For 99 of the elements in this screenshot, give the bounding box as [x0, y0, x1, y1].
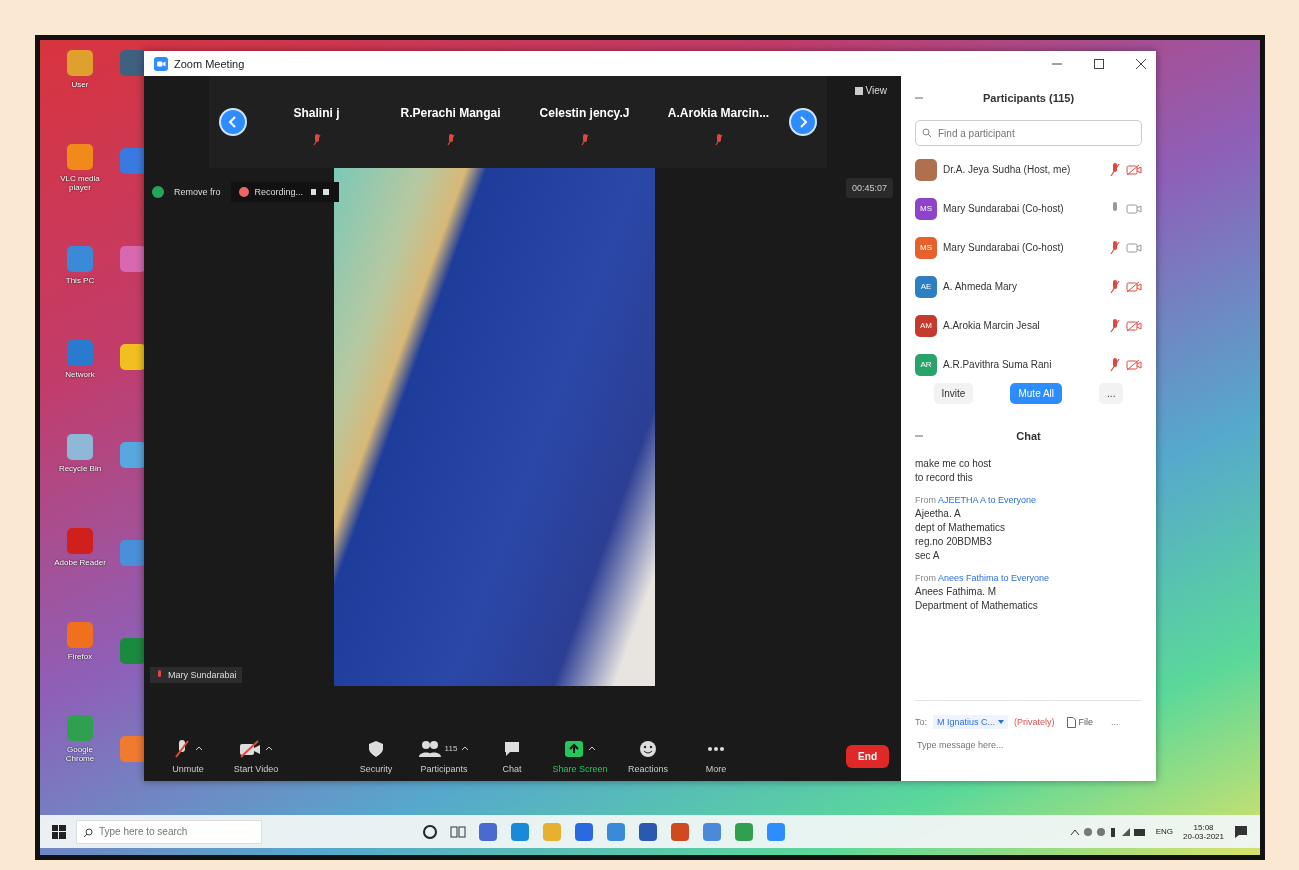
shortcut-label: VLC media player: [59, 174, 101, 193]
participant-name[interactable]: A.R.Pavithra Suma Rani: [943, 359, 1104, 370]
participant-name: A.Arokia Marcin...: [667, 106, 770, 120]
record-icon: [238, 187, 249, 197]
avatar: MS: [915, 236, 937, 259]
taskbar-app-icon[interactable]: [606, 821, 626, 842]
message-text: Ajeetha. A: [915, 508, 962, 519]
avatar: AE: [915, 275, 937, 298]
taskbar-app-icon[interactable]: [574, 821, 594, 842]
participant-name: Celestin jency.J: [539, 106, 630, 120]
taskbar-app-icon[interactable]: [766, 821, 786, 842]
muted-microphone-icon: [173, 738, 191, 759]
toolbar-button[interactable]: Start Video: [224, 738, 288, 774]
shortcut-label: Network: [65, 371, 95, 380]
windows-logo-icon[interactable]: [52, 824, 66, 839]
task-view-icon[interactable]: [450, 823, 466, 840]
window-title: Zoom Meeting: [174, 57, 245, 70]
search-icon: [83, 827, 93, 838]
message-sender: From AJEETHA A to Everyone: [915, 495, 1038, 505]
shortcut-label: Recycle Bin: [58, 465, 102, 474]
recipient-dropdown[interactable]: M Ignatius C...: [933, 715, 1009, 729]
participant-name: Shalini j: [293, 106, 340, 120]
shortcut-label: Adobe Reader: [54, 558, 106, 568]
message-text: Department of Mathematics: [915, 600, 1039, 611]
more-icon: [707, 745, 725, 752]
search-field[interactable]: Find a participant: [915, 120, 1142, 146]
taskbar-app-icon[interactable]: [510, 821, 530, 842]
tray-icons-drawing[interactable]: [1069, 825, 1146, 838]
taskbar-search-field[interactable]: Type here to search: [76, 819, 262, 844]
chat-icon: [503, 739, 521, 758]
meeting-timer: 00:45:07: [845, 178, 893, 198]
toolbar-button[interactable]: Unmute: [156, 738, 220, 774]
pause-stop-icon[interactable]: [309, 188, 332, 196]
to-label: To:: [915, 717, 927, 727]
recording-status[interactable]: Recording...: [230, 182, 340, 202]
end-button[interactable]: End: [846, 744, 889, 768]
avatar: MS: [915, 197, 937, 220]
clock-time[interactable]: 15:08: [1193, 822, 1214, 832]
message-text: make me co host: [915, 458, 993, 469]
people-icon: [418, 739, 441, 758]
grid-icon: [854, 86, 863, 95]
caret-icon[interactable]: [195, 746, 203, 751]
message-text: dept of Mathematics: [915, 522, 1007, 533]
message-text: Anees Fathima. M: [915, 586, 998, 597]
clock-date[interactable]: 20-03-2021: [1183, 831, 1224, 841]
shortcut-label: Google Chrome: [64, 746, 96, 764]
message-sender: From Anees Fathima to Everyone: [915, 573, 1051, 583]
app-icon: [154, 56, 168, 71]
panel-button[interactable]: ...: [1099, 382, 1124, 404]
taskbar-app-icon[interactable]: [702, 821, 722, 842]
privately-label: (Privately): [1014, 717, 1055, 727]
more-button[interactable]: ...: [1105, 716, 1125, 728]
view-button[interactable]: View: [848, 84, 893, 97]
caret-icon[interactable]: [588, 746, 596, 751]
toolbar-button[interactable]: Share Screen: [548, 738, 612, 774]
taskbar-app-icon[interactable]: [638, 821, 658, 842]
language-indicator[interactable]: ENG: [1155, 827, 1174, 836]
avatar: AM: [915, 314, 937, 337]
toolbar-button[interactable]: Chat: [480, 738, 544, 774]
participant-name: R.Perachi Mangai: [400, 106, 501, 120]
participant-name[interactable]: A.Arokia Marcin Jesal: [943, 320, 1104, 331]
close-icon[interactable]: [1136, 58, 1146, 69]
participant-name[interactable]: A. Ahmeda Mary: [943, 281, 1104, 292]
message-text: sec A: [915, 550, 941, 561]
toolbar-button[interactable]: Security: [344, 738, 408, 774]
taskbar-app-icon[interactable]: [734, 821, 754, 842]
caret-icon[interactable]: [461, 746, 470, 751]
shortcut-label: This PC: [65, 277, 95, 287]
remove-label[interactable]: Remove fro: [174, 187, 221, 197]
message-text: to record this: [915, 472, 974, 483]
participant-name[interactable]: Mary Sundarabai (Co-host): [943, 203, 1104, 214]
maximize-icon[interactable]: [1094, 58, 1104, 69]
panel-title: Chat: [1016, 430, 1041, 442]
shortcut-label: User: [71, 81, 89, 90]
taskbar-app-icon[interactable]: [478, 821, 498, 842]
share-screen-icon: [564, 739, 584, 758]
toolbar-button[interactable]: Reactions: [616, 738, 680, 774]
taskbar-app-icon[interactable]: [670, 821, 690, 842]
panel-button[interactable]: Invite: [933, 382, 974, 404]
shortcut-label: Firefox: [67, 652, 93, 662]
panel-title: Participants (115): [982, 92, 1075, 104]
video-name-tag: Mary Sundarabai: [150, 667, 242, 683]
caret-icon: [998, 720, 1005, 724]
smiley-icon: [639, 739, 657, 758]
avatar: AR: [915, 353, 937, 376]
participant-name[interactable]: Mary Sundarabai (Co-host): [943, 242, 1104, 253]
file-button[interactable]: File: [1060, 715, 1100, 729]
next-page-icon[interactable]: [788, 108, 817, 136]
caret-icon[interactable]: [265, 746, 273, 751]
file-icon: [1066, 716, 1076, 728]
notification-icon[interactable]: [1234, 824, 1248, 839]
cortana-icon[interactable]: [422, 823, 438, 840]
video-off-icon: [239, 739, 261, 758]
toolbar-button[interactable]: 115 Participants: [412, 738, 476, 774]
search-icon: [922, 128, 932, 138]
toolbar-button[interactable]: More: [684, 738, 748, 774]
previous-page-icon[interactable]: [218, 108, 247, 136]
participant-name[interactable]: Dr.A. Jeya Sudha (Host, me): [943, 164, 1104, 175]
message-text: reg.no 20BDMB3: [915, 536, 993, 547]
